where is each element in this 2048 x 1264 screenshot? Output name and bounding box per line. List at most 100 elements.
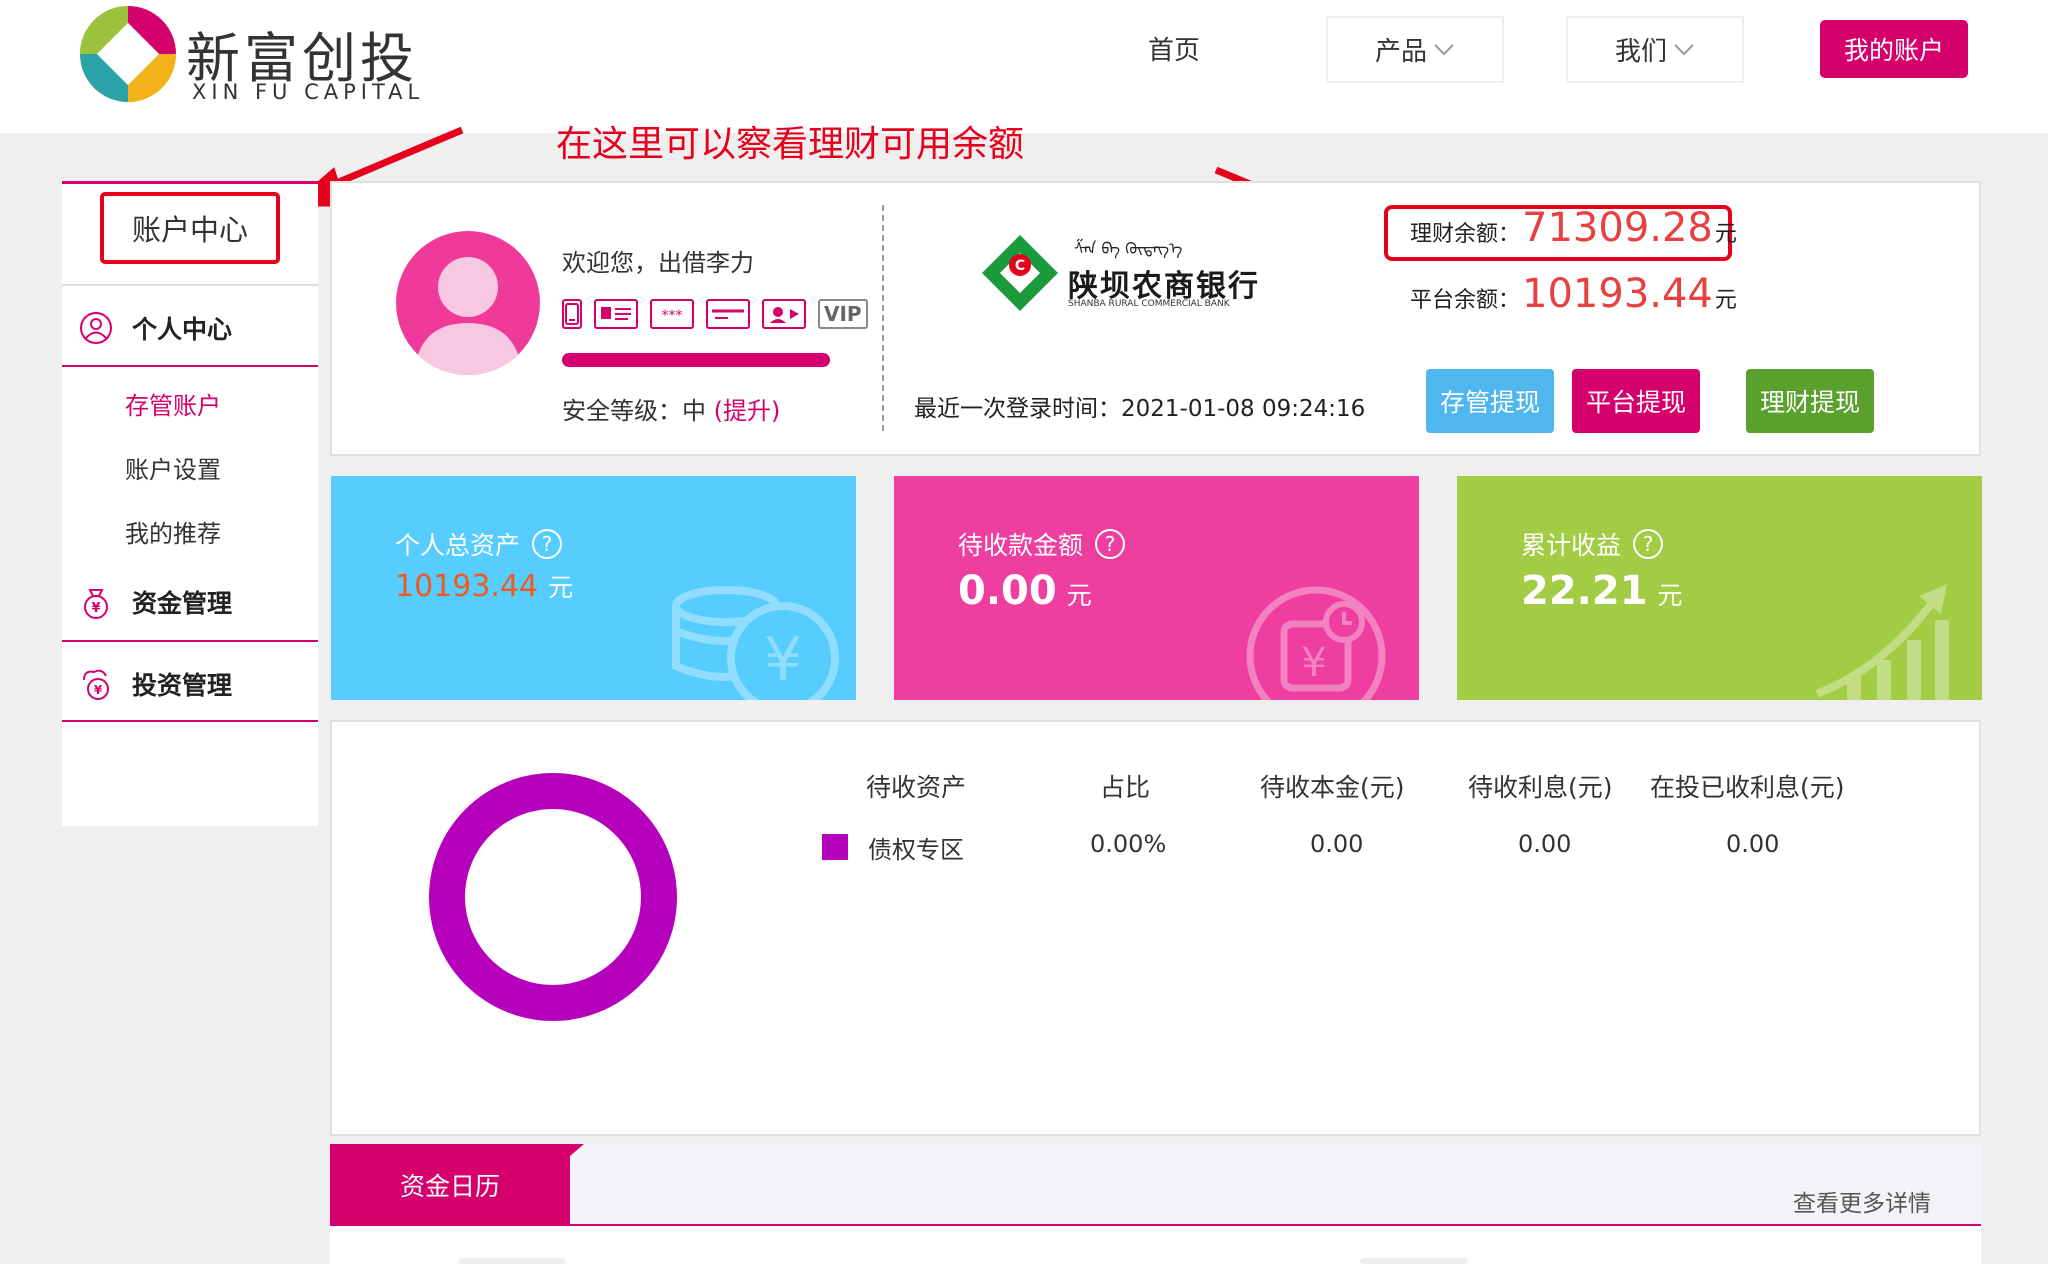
- invest-icon: ¥: [83, 669, 109, 700]
- nav-home-link[interactable]: 首页: [1148, 30, 1200, 67]
- chevron-down-icon: [1674, 43, 1694, 55]
- bank-logo: C ᠱᠠᠨ ᠪᠠ ᠬᠥᠳᠡᠭ᠎ᠡ 陕坝农商银行 SHANBA RURAL COM…: [978, 231, 1278, 315]
- tab-notch: [570, 1144, 584, 1156]
- calendar-tabbar: 资金日历 查看更多详情: [330, 1144, 1981, 1226]
- video-icon[interactable]: [762, 299, 806, 329]
- sidebar-item-my-referrals[interactable]: 我的推荐: [125, 514, 221, 549]
- security-level-label: 安全等级：中: [562, 397, 706, 425]
- help-icon[interactable]: ?: [1095, 529, 1126, 559]
- sidebar-section-label: 个人中心: [132, 315, 233, 344]
- sidebar-divider: [62, 640, 318, 642]
- calendar-placeholder: [458, 1258, 566, 1264]
- custody-withdraw-button[interactable]: 存管提现: [1426, 369, 1554, 433]
- legend-swatch: [822, 834, 848, 860]
- assets-breakdown-panel: 待收资产 占比 待收本金(元) 待收利息(元) 在投已收利息(元) 债权专区 0…: [330, 720, 1981, 1136]
- currency-unit: 元: [1714, 288, 1737, 313]
- svg-text:¥: ¥: [91, 601, 100, 616]
- earnings-tile: 累计收益 ? 22.21 元: [1457, 476, 1982, 700]
- total-assets-label: 个人总资产: [395, 531, 521, 560]
- currency-unit: 元: [1657, 581, 1683, 610]
- password-icon[interactable]: ***: [650, 299, 694, 329]
- tile-label: 累计收益 ?: [1521, 526, 1664, 562]
- platform-withdraw-button[interactable]: 平台提现: [1572, 369, 1700, 433]
- bank-emblem-icon: C: [982, 235, 1058, 311]
- calendar-placeholder: [1360, 1258, 1468, 1264]
- sidebar-divider: [62, 720, 318, 722]
- tile-value: 10193.44 元: [395, 568, 573, 604]
- table-header: 待收本金(元): [1260, 773, 1405, 802]
- sidebar-title[interactable]: 账户中心: [100, 192, 280, 264]
- fund-calendar-panel: 资金日历 查看更多详情: [330, 1144, 1981, 1264]
- vip-icon[interactable]: VIP: [818, 299, 868, 329]
- help-icon[interactable]: ?: [532, 529, 563, 559]
- bank-card-icon[interactable]: [706, 299, 750, 329]
- sidebar-divider: [62, 284, 318, 286]
- finance-balance-amount: 71309.28: [1522, 205, 1713, 251]
- svg-text:¥: ¥: [1301, 640, 1326, 686]
- table-cell-received-interest: 0.00: [1726, 830, 1780, 858]
- security-upgrade-link[interactable]: (提升): [714, 397, 781, 425]
- nav-products-dropdown[interactable]: 产品: [1326, 16, 1504, 83]
- currency-unit: 元: [1066, 581, 1092, 610]
- table-header: 待收资产: [866, 773, 967, 802]
- nav-products-label: 产品: [1374, 37, 1427, 67]
- nav-us-dropdown[interactable]: 我们: [1566, 16, 1744, 83]
- logo-mark-icon: [80, 6, 176, 102]
- svg-text:***: ***: [662, 308, 683, 324]
- chevron-down-icon: [1434, 43, 1454, 55]
- earnings-label: 累计收益: [1521, 531, 1622, 560]
- finance-withdraw-button[interactable]: 理财提现: [1746, 369, 1874, 433]
- profile-divider: [882, 205, 884, 431]
- welcome-text: 欢迎您，出借李力: [562, 249, 754, 277]
- sidebar-section-label: 投资管理: [132, 671, 233, 700]
- table-cell-principal: 0.00: [1310, 830, 1364, 858]
- id-card-icon[interactable]: [594, 299, 638, 329]
- security-icons: *** VIP: [562, 299, 868, 329]
- phone-icon[interactable]: [562, 299, 582, 329]
- user-circle-icon: [80, 312, 112, 344]
- nav-us-label: 我们: [1614, 37, 1667, 67]
- my-account-button[interactable]: 我的账户: [1820, 20, 1968, 78]
- avatar[interactable]: [396, 231, 540, 375]
- security-level-text: 安全等级：中 (提升): [562, 391, 780, 426]
- user-silhouette-icon: [414, 257, 522, 375]
- tab-fund-calendar[interactable]: 资金日历: [330, 1144, 570, 1226]
- tile-label: 个人总资产 ?: [395, 526, 563, 562]
- site-logo[interactable]: 新富创投 XIN FU CAPITAL: [78, 4, 438, 108]
- table-cell-ratio: 0.00%: [1090, 830, 1167, 858]
- table-cell-asset: 债权专区: [868, 836, 964, 864]
- tile-value: 22.21 元: [1521, 568, 1683, 614]
- view-more-details-link[interactable]: 查看更多详情: [1793, 1184, 1931, 1218]
- earnings-value: 22.21: [1521, 568, 1648, 614]
- sidebar-item-custody-account[interactable]: 存管账户: [125, 386, 221, 421]
- sidebar-section-investment[interactable]: ¥ 投资管理: [78, 662, 232, 706]
- receivable-tile: 待收款金额 ? 0.00 元 ¥: [894, 476, 1419, 700]
- sidebar: 账户中心 个人中心 存管账户 账户设置 我的推荐 ¥ 资金管理 ¥ 投资管理: [62, 181, 318, 826]
- growth-chart-icon: [1815, 584, 1949, 700]
- platform-balance: 平台余额： 10193.44 元: [1410, 271, 1737, 317]
- receivable-value: 0.00: [958, 568, 1057, 614]
- help-icon[interactable]: ?: [1633, 529, 1664, 559]
- donut-ring: [429, 773, 677, 1021]
- table-cell-interest: 0.00: [1518, 830, 1572, 858]
- total-assets-value: 10193.44: [395, 569, 539, 604]
- assets-donut-chart: [429, 773, 677, 1021]
- table-header: 待收利息(元): [1468, 773, 1613, 802]
- logo-english-text: XIN FU CAPITAL: [192, 80, 425, 104]
- currency-unit: 元: [1714, 222, 1737, 247]
- calendar-yen-icon: ¥: [1246, 586, 1386, 700]
- svg-text:C: C: [1015, 258, 1025, 274]
- sidebar-section-personal[interactable]: 个人中心: [78, 306, 232, 350]
- tile-label: 待收款金额 ?: [958, 526, 1126, 562]
- last-login-time: 最近一次登录时间：2021-01-08 09:24:16: [914, 396, 1366, 422]
- finance-balance-label: 理财余额：: [1410, 222, 1521, 247]
- tile-value: 0.00 元: [958, 568, 1092, 614]
- sidebar-section-funds[interactable]: ¥ 资金管理: [78, 580, 232, 624]
- profile-card: 欢迎您，出借李力 *** VIP 安全等级：中 (提升) C ᠱᠠᠨ ᠪᠠ ᠬᠥ…: [330, 181, 1981, 456]
- top-navbar: 新富创投 XIN FU CAPITAL 首页 产品 我们 我的账户: [0, 0, 2048, 133]
- annotation-caption: 在这里可以察看理财可用余额: [556, 124, 1025, 165]
- finance-balance: 理财余额： 71309.28 元: [1410, 205, 1737, 251]
- table-header: 占比: [1100, 773, 1151, 802]
- sidebar-item-account-settings[interactable]: 账户设置: [125, 450, 221, 485]
- security-level-bar: [562, 353, 830, 367]
